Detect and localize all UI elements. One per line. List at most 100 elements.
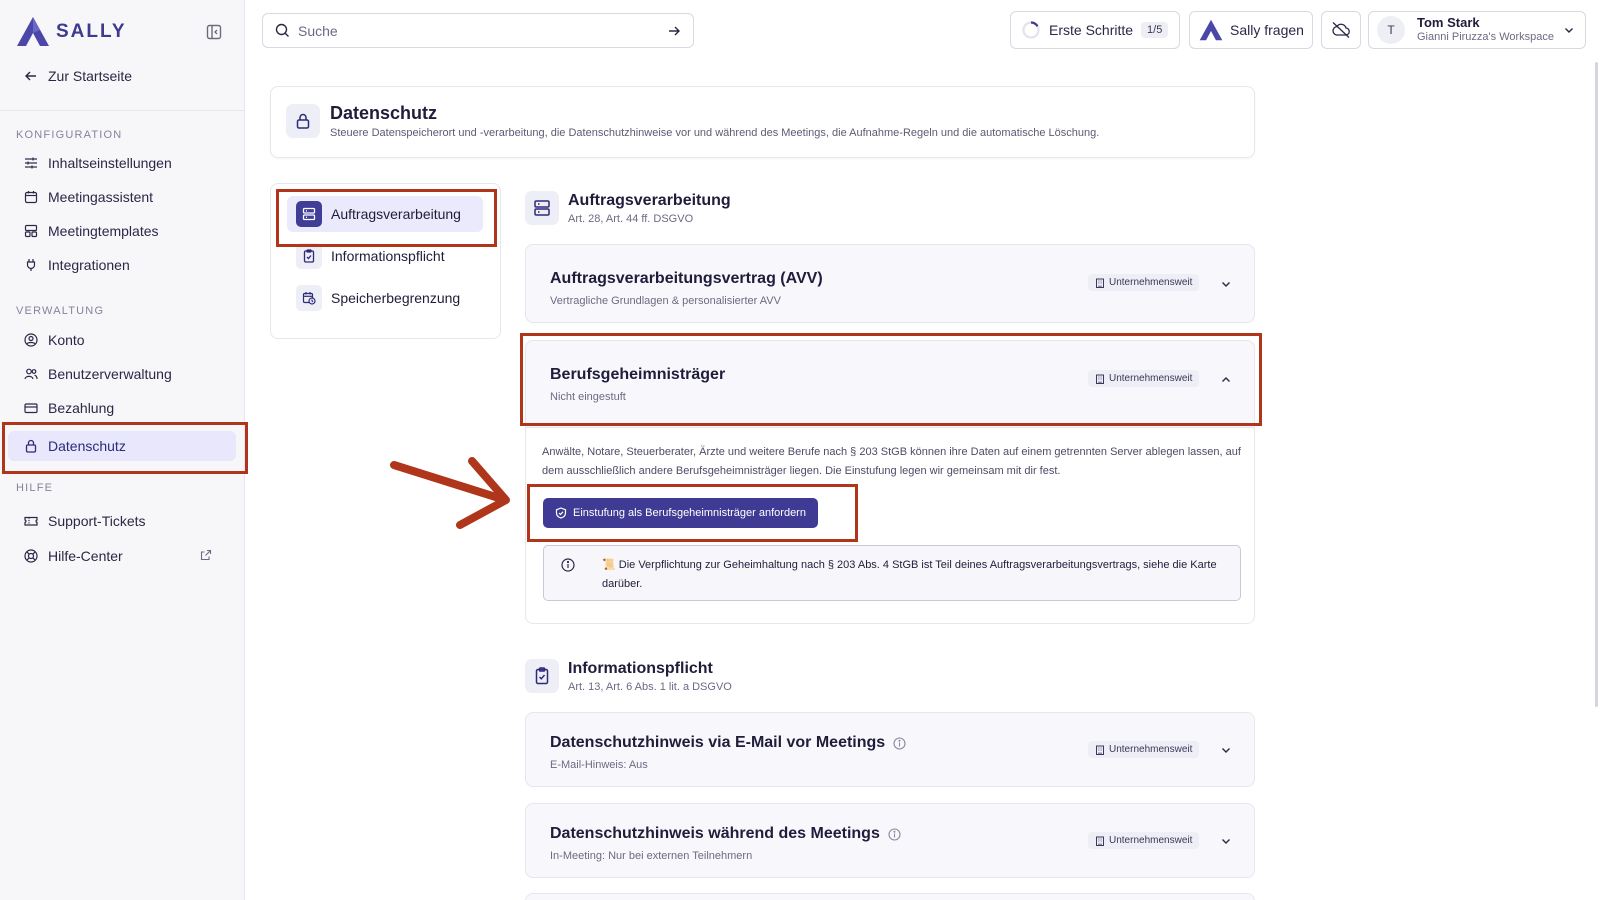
card-avv[interactable]: Auftragsverarbeitungsvertrag (AVV) Vertr… <box>525 244 1255 323</box>
section-label-verwaltung: VERWALTUNG <box>16 305 105 317</box>
users-icon <box>24 368 38 380</box>
info-note-text: 📜 Die Verpflichtung zur Geheimhaltung na… <box>602 559 1217 590</box>
plug-icon <box>26 259 36 271</box>
user-menu-button[interactable]: T Tom Stark Gianni Piruzza's Workspace <box>1368 11 1586 49</box>
section-label-hilfe: HILFE <box>16 482 54 494</box>
sidebar-item-label: Meetingtemplates <box>48 223 159 239</box>
page-description: Steuere Datenspeicherort und -verarbeitu… <box>330 127 1100 139</box>
scope-badge: Unternehmensweit <box>1088 832 1200 849</box>
user-name: Tom Stark <box>1417 15 1480 30</box>
search-input[interactable] <box>298 22 667 39</box>
card-title: Auftragsverarbeitungsvertrag (AVV) <box>550 270 823 287</box>
chevron-down-icon <box>1565 28 1573 33</box>
onboarding-label: Erste Schritte <box>1049 22 1134 38</box>
sidebar-item-konto[interactable]: Konto <box>8 325 236 355</box>
card-title: Datenschutzhinweis via E-Mail vor Meetin… <box>550 734 906 752</box>
card-title: Datenschutzhinweis während des Meetings <box>550 825 901 843</box>
sidebar-item-hilfe-center[interactable]: Hilfe-Center <box>8 541 236 571</box>
section-subtitle: Art. 13, Art. 6 Abs. 1 lit. a DSGVO <box>568 681 732 693</box>
sidebar-collapse-icon[interactable] <box>205 23 223 41</box>
back-to-home-link[interactable]: Zur Startseite <box>24 68 132 84</box>
clipboard-check-icon <box>535 667 549 685</box>
details-text: Anwälte, Notare, Steuerberater, Ärzte un… <box>542 446 1241 477</box>
visibility-toggle-button[interactable] <box>1321 11 1361 49</box>
highlight-box-datenschutz <box>2 422 248 474</box>
info-icon[interactable] <box>888 827 901 841</box>
arrow-right-icon[interactable] <box>667 24 681 38</box>
section-label-konfiguration: KONFIGURATION <box>16 129 123 141</box>
logo[interactable]: SALLY <box>16 16 127 47</box>
ask-sally-button[interactable]: Sally fragen <box>1189 11 1313 49</box>
scope-badge: Unternehmensweit <box>1088 274 1200 291</box>
building-icon <box>1096 836 1104 846</box>
annotation-arrow-icon <box>390 457 510 529</box>
onboarding-progress-badge: 1/5 <box>1141 22 1169 38</box>
scope-badge: Unternehmensweit <box>1088 741 1200 758</box>
card-subtitle: Vertragliche Grundlagen & personalisiert… <box>550 295 781 307</box>
sidebar-item-benutzerverwaltung[interactable]: Benutzerverwaltung <box>8 359 236 389</box>
sidebar-divider <box>0 110 245 111</box>
lifebuoy-icon <box>24 549 38 563</box>
arrow-left-icon <box>25 71 36 81</box>
sliders-icon <box>25 157 37 169</box>
highlight-box-berufsgeheimnistraeger <box>520 333 1262 426</box>
template-icon <box>24 224 38 238</box>
sally-logo-icon <box>17 17 49 46</box>
sidebar-item-label: Benutzerverwaltung <box>48 366 172 382</box>
scope-badge-label: Unternehmensweit <box>1109 744 1193 755</box>
server-icon <box>534 200 550 216</box>
building-icon <box>1096 278 1104 288</box>
credit-card-icon <box>24 403 38 414</box>
search-field[interactable] <box>262 13 694 48</box>
clipboard-check-icon <box>303 249 315 263</box>
ask-sally-label: Sally fragen <box>1230 22 1304 38</box>
sidebar-item-bezahlung[interactable]: Bezahlung <box>8 393 236 423</box>
scope-badge-label: Unternehmensweit <box>1109 835 1193 846</box>
progress-ring-icon <box>1022 21 1040 39</box>
card-in-meeting-privacy-notice[interactable]: Datenschutzhinweis während des Meetings … <box>525 803 1255 878</box>
sidebar-item-integrationen[interactable]: Integrationen <box>8 250 236 280</box>
subnav-item-label: Informationspflicht <box>331 248 445 264</box>
card-email-privacy-notice[interactable]: Datenschutzhinweis via E-Mail vor Meetin… <box>525 712 1255 787</box>
sidebar-item-meetingtemplates[interactable]: Meetingtemplates <box>8 216 236 246</box>
scrollbar[interactable] <box>1595 62 1598 707</box>
subnav-item-speicherbegrenzung[interactable]: Speicherbegrenzung <box>287 280 483 316</box>
lock-icon <box>296 113 310 129</box>
info-icon[interactable] <box>893 736 906 750</box>
sidebar-item-label: Hilfe-Center <box>48 548 123 564</box>
section-title: Informationspflicht <box>568 660 713 677</box>
page-header-card: Datenschutz Steuere Datenspeicherort und… <box>270 86 1255 158</box>
sidebar-item-label: Bezahlung <box>48 400 115 416</box>
section-icon-tile <box>525 659 559 693</box>
sally-logo-icon <box>1199 19 1223 41</box>
sidebar-item-inhaltseinstellungen[interactable]: Inhaltseinstellungen <box>8 148 236 178</box>
sidebar-item-label: Konto <box>48 332 85 348</box>
search-icon <box>275 23 289 37</box>
subnav-item-label: Speicherbegrenzung <box>331 290 461 306</box>
back-link-label: Zur Startseite <box>48 68 133 84</box>
brand-name: SALLY <box>56 20 127 42</box>
ticket-icon <box>24 516 38 526</box>
chevron-down-icon <box>1222 748 1230 753</box>
sidebar-item-label: Integrationen <box>48 257 130 273</box>
section-title: Auftragsverarbeitung <box>568 192 731 209</box>
calendar-clock-icon <box>302 292 316 305</box>
avatar: T <box>1377 16 1405 44</box>
section-icon-tile <box>525 191 559 225</box>
chevron-down-icon <box>1222 282 1230 287</box>
highlight-box-cta <box>527 484 858 542</box>
card-subtitle: In-Meeting: Nur bei externen Teilnehmern <box>550 850 753 862</box>
calendar-icon <box>24 191 38 204</box>
sidebar-item-label: Inhaltseinstellungen <box>48 155 172 171</box>
page-icon-tile <box>286 104 320 138</box>
sidebar-item-support-tickets[interactable]: Support-Tickets <box>8 506 236 536</box>
onboarding-button[interactable]: Erste Schritte 1/5 <box>1010 11 1180 49</box>
sidebar-item-label: Support-Tickets <box>48 513 146 529</box>
sidebar-item-meetingassistent[interactable]: Meetingassistent <box>8 182 236 212</box>
info-note: 📜 Die Verpflichtung zur Geheimhaltung na… <box>543 545 1241 601</box>
card-subtitle: E-Mail-Hinweis: Aus <box>550 759 648 771</box>
user-workspace: Gianni Piruzza's Workspace <box>1417 31 1555 43</box>
card-next-partial[interactable] <box>525 893 1255 900</box>
scope-badge-label: Unternehmensweit <box>1109 277 1193 288</box>
page-title: Datenschutz <box>330 103 438 123</box>
